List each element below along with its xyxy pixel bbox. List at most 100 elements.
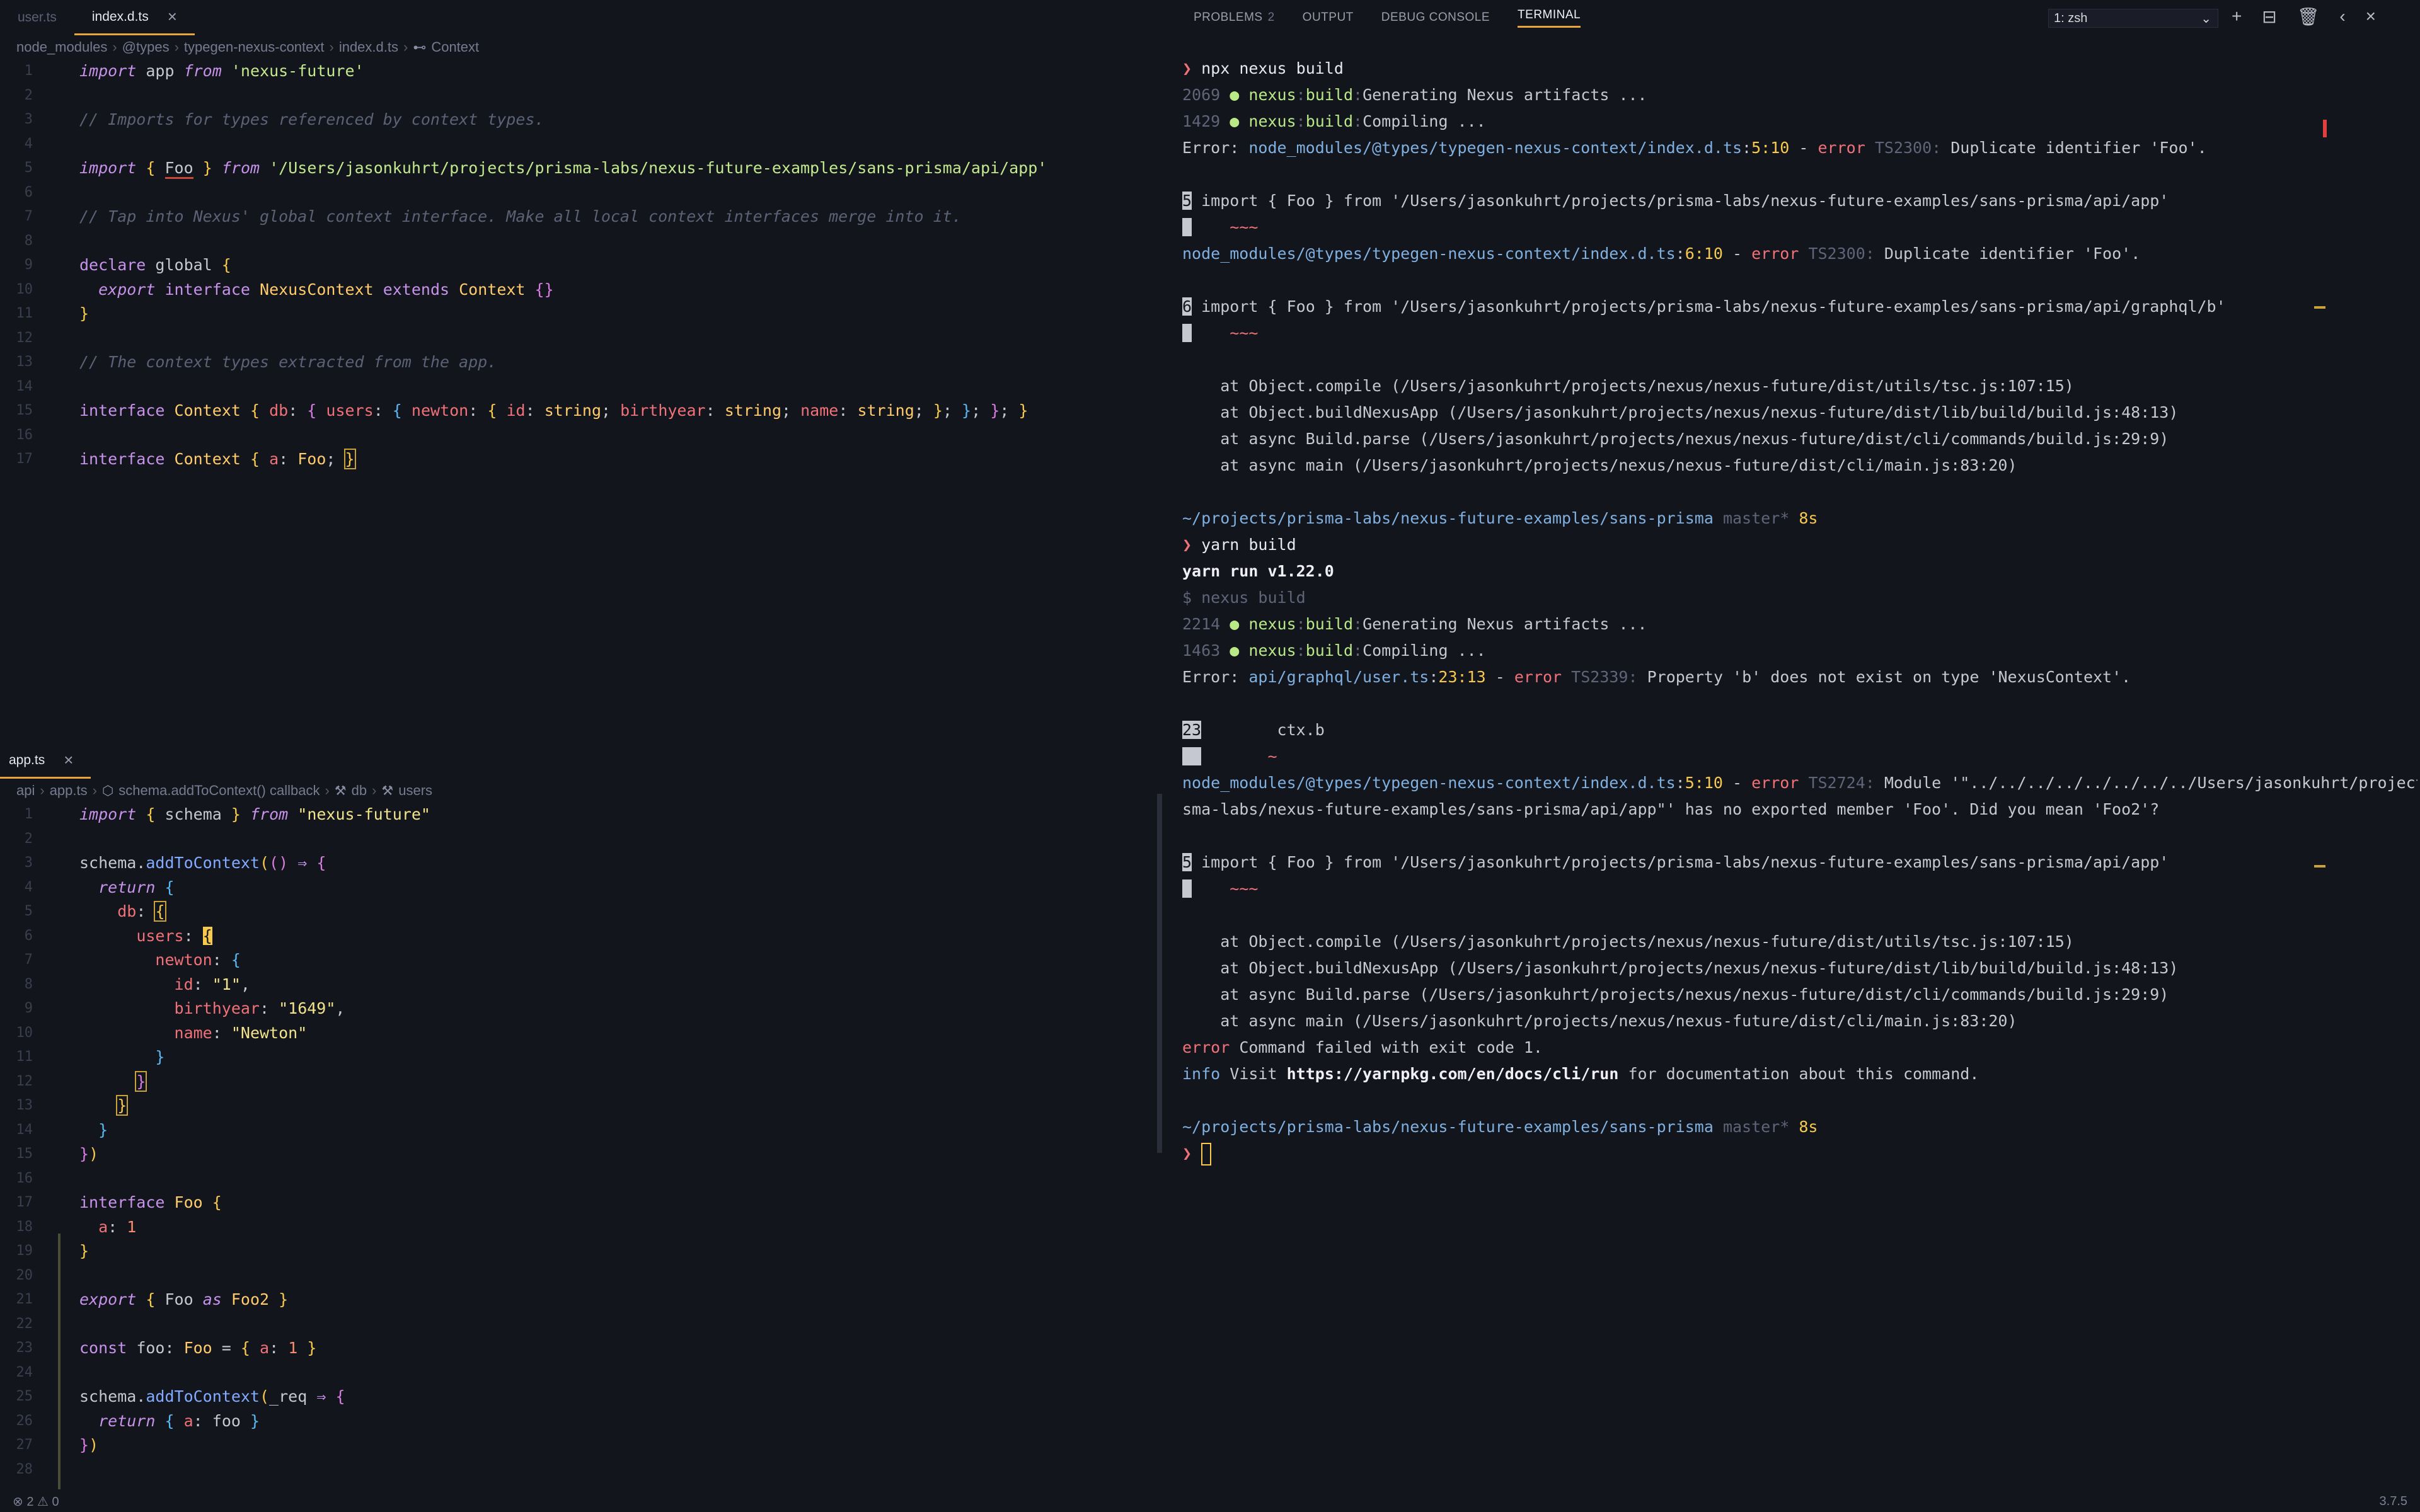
breadcrumb-item[interactable]: typegen-nexus-context	[184, 39, 325, 55]
terminal-line: 1429 ● nexus:build:Compiling ...	[1182, 112, 1486, 130]
line-number: 7	[24, 209, 33, 224]
line-number: 25	[16, 1389, 33, 1404]
code-editor[interactable]: 1 import app from 'nexus-future' 2 3 // Im…	[0, 59, 1157, 472]
tab-index-d-ts[interactable]: index.d.ts ×	[74, 0, 195, 35]
close-icon[interactable]: ×	[64, 750, 73, 770]
line-number: 22	[16, 1315, 33, 1332]
terminal-line: info Visit https://yarnpkg.com/en/docs/c…	[1182, 1065, 1979, 1083]
line-number: 10	[16, 281, 33, 297]
terminal-line: 5 import { Foo } from '/Users/jasonkuhrt…	[1182, 192, 2169, 210]
line-number: 17	[16, 1194, 33, 1210]
terminal-line: at Object.compile (/Users/jasonkuhrt/pro…	[1220, 932, 2074, 951]
line-number: 16	[16, 427, 33, 443]
line-number: 18	[16, 1218, 33, 1235]
code-line: db: {	[117, 901, 166, 922]
tab-label: PROBLEMS	[1194, 11, 1263, 24]
line-number: 14	[16, 1121, 33, 1138]
tab-user-ts[interactable]: user.ts	[0, 0, 74, 35]
line-number: 1	[24, 63, 33, 79]
terminal-line: 2069 ● nexus:build:Generating Nexus arti…	[1182, 86, 1647, 104]
tab-terminal[interactable]: TERMINAL	[1518, 8, 1581, 28]
terminal-input-line[interactable]: ❯	[1182, 1140, 2417, 1167]
close-icon[interactable]: ×	[2366, 6, 2376, 27]
chevron-left-icon[interactable]: ‹	[2339, 6, 2345, 27]
split-icon[interactable]: ⊟	[2262, 6, 2276, 27]
bottom-tab-bar: app.ts ×	[0, 743, 1157, 779]
typescript-version[interactable]: 3.7.5	[2380, 1494, 2407, 1509]
terminal-line: yarn run v1.22.0	[1182, 562, 1334, 580]
tab-label: index.d.ts	[91, 9, 149, 24]
terminal-line: 23 ctx.b	[1182, 721, 1325, 739]
line-number: 11	[16, 306, 33, 321]
terminal-output[interactable]: ❯ npx nexus build 2069 ● nexus:build:Gen…	[1182, 55, 2417, 1167]
terminal-line: at Object.buildNexusApp (/Users/jasonkuh…	[1220, 403, 2179, 421]
breadcrumb-item[interactable]: @types	[122, 39, 170, 55]
line-number: 21	[16, 1292, 33, 1307]
problems-status[interactable]: ⊗ 2 ⚠ 0	[13, 1494, 59, 1509]
line-number: 8	[24, 232, 33, 249]
line-number: 23	[16, 1340, 33, 1356]
terminal-prompt: ~/projects/prisma-labs/nexus-future-exam…	[1182, 1118, 1818, 1136]
breadcrumb-item[interactable]: api	[16, 782, 35, 799]
terminal-line: 5 import { Foo } from '/Users/jasonkuhrt…	[1182, 853, 2169, 871]
tab-debug-console[interactable]: DEBUG CONSOLE	[1381, 11, 1490, 25]
terminal-line: at Object.buildNexusApp (/Users/jasonkuh…	[1220, 959, 2179, 977]
terminal-select[interactable]: 1: zsh ⌄	[2048, 9, 2218, 28]
line-number: 28	[16, 1461, 33, 1477]
code-line: })	[79, 1436, 99, 1454]
trash-icon[interactable]: 🗑	[2297, 6, 2320, 27]
line-number: 20	[16, 1267, 33, 1283]
breadcrumb-item[interactable]: Context	[431, 39, 479, 55]
line-number: 2	[24, 830, 33, 847]
close-icon[interactable]: ×	[168, 7, 177, 26]
terminal-cursor	[1201, 1143, 1212, 1166]
line-number: 3	[24, 855, 33, 871]
code-line: }	[79, 304, 89, 323]
chevron-down-icon: ⌄	[2201, 11, 2211, 26]
line-number: 6	[24, 927, 33, 944]
line-number: 10	[16, 1024, 33, 1041]
code-line: interface Context { a: Foo; }	[79, 449, 356, 469]
terminal-line: node_modules/@types/typegen-nexus-contex…	[1182, 244, 2141, 263]
tab-output[interactable]: OUTPUT	[1303, 11, 1354, 25]
terminal-link[interactable]: https://yarnpkg.com/en/docs/cli/run	[1287, 1065, 1619, 1083]
terminal-line: at async main (/Users/jasonkuhrt/project…	[1220, 1012, 2017, 1030]
breadcrumb-item[interactable]: node_modules	[16, 39, 107, 55]
code-editor[interactable]: 1 import { schema } from "nexus-future" 2…	[0, 803, 1157, 1482]
line-number: 15	[16, 403, 33, 418]
breadcrumb-item[interactable]: db	[352, 782, 367, 799]
breadcrumb-item[interactable]: users	[398, 782, 432, 799]
line-number: 15	[16, 1146, 33, 1162]
code-line: name: "Newton"	[174, 1023, 308, 1042]
wrench-icon: ⚒	[381, 783, 394, 798]
terminal-line: 1463 ● nexus:build:Compiling ...	[1182, 641, 1486, 660]
code-line: }	[116, 1095, 129, 1116]
code-line: const foo: Foo = { a: 1 }	[79, 1339, 317, 1357]
line-number: 3	[24, 112, 33, 127]
terminal-prompt: ~/projects/prisma-labs/nexus-future-exam…	[1182, 509, 1818, 527]
terminal-line: at Object.compile (/Users/jasonkuhrt/pro…	[1220, 377, 2074, 395]
code-line: }	[79, 1242, 89, 1260]
breadcrumb-item[interactable]: schema.addToContext() callback	[118, 782, 320, 799]
code-line: import { schema } from "nexus-future"	[79, 805, 430, 823]
tab-problems[interactable]: PROBLEMS 2	[1194, 11, 1275, 25]
terminal-line: at async main (/Users/jasonkuhrt/project…	[1220, 456, 2017, 474]
terminal-scrollbar[interactable]	[1157, 794, 1162, 1153]
line-number: 12	[16, 329, 33, 346]
breadcrumb-item[interactable]: index.d.ts	[339, 39, 398, 55]
code-line: // Imports for types referenced by conte…	[79, 110, 544, 129]
terminal-line: Error: node_modules/@types/typegen-nexus…	[1182, 139, 2207, 157]
tab-app-ts[interactable]: app.ts ×	[0, 743, 91, 779]
breadcrumb-item[interactable]: app.ts	[50, 782, 88, 799]
code-line: return {	[98, 878, 175, 896]
plus-icon[interactable]: +	[2232, 6, 2242, 27]
line-number: 27	[16, 1437, 33, 1453]
breadcrumb: node_modules › @types › typegen-nexus-cont…	[16, 39, 480, 55]
